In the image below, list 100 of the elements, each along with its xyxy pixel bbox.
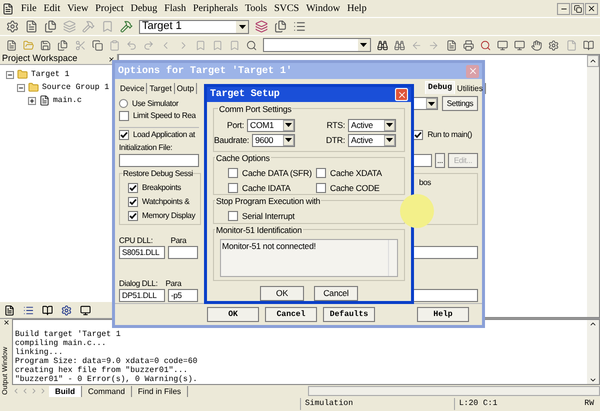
group-title: Comm Port Settings bbox=[218, 103, 292, 116]
checkbox-label: Cache IDATA bbox=[242, 182, 291, 194]
select-field[interactable]: COM1 bbox=[247, 118, 295, 132]
binoculars-icon[interactable] bbox=[376, 38, 388, 52]
output-line: linking... bbox=[15, 348, 64, 357]
menu-item[interactable]: Edit bbox=[44, 1, 60, 16]
dialog-dll-field[interactable]: DP51.DLL bbox=[119, 289, 165, 302]
find-field[interactable] bbox=[263, 38, 371, 52]
checkbox[interactable] bbox=[119, 130, 129, 140]
checkbox[interactable] bbox=[128, 183, 138, 193]
scroll-up-icon[interactable] bbox=[589, 320, 597, 328]
options-tab[interactable]: Outp bbox=[174, 83, 198, 94]
documents-icon[interactable] bbox=[44, 20, 57, 33]
save-icon[interactable] bbox=[40, 38, 52, 52]
scroll-down-icon[interactable] bbox=[589, 376, 597, 384]
checkbox[interactable] bbox=[128, 197, 138, 207]
menu-item[interactable]: Window bbox=[306, 1, 340, 16]
tree-item[interactable]: main.c bbox=[53, 94, 82, 106]
file-icon bbox=[39, 95, 50, 106]
options-tab[interactable]: Target bbox=[147, 83, 175, 94]
restore-button[interactable] bbox=[571, 2, 584, 14]
collapse-toggle[interactable] bbox=[6, 70, 14, 78]
close-icon[interactable] bbox=[2, 319, 10, 326]
menu-item[interactable]: Tools bbox=[244, 1, 268, 16]
menu-item[interactable]: Help bbox=[347, 1, 367, 16]
options-tab[interactable]: Utilities bbox=[455, 83, 486, 94]
group-label: bos bbox=[419, 178, 431, 187]
menu-item[interactable]: Project bbox=[95, 1, 124, 16]
documents-icon[interactable] bbox=[274, 20, 287, 33]
output-line: "buzzer01" - 0 Error(s), 0 Warning(s). bbox=[15, 375, 198, 384]
checkbox[interactable] bbox=[413, 130, 424, 140]
expand-toggle[interactable] bbox=[28, 96, 36, 104]
dialog-button[interactable]: Cancel bbox=[265, 307, 317, 322]
checkbox[interactable] bbox=[316, 168, 326, 178]
document-icon[interactable] bbox=[446, 38, 457, 52]
dialog-button[interactable]: Cancel bbox=[314, 286, 358, 301]
checkbox-label: Load Application at bbox=[133, 129, 195, 141]
radio-button[interactable] bbox=[119, 99, 128, 108]
scrollbar[interactable] bbox=[587, 55, 599, 317]
parameter-field[interactable] bbox=[168, 246, 198, 259]
menu-item[interactable]: Debug bbox=[130, 1, 158, 16]
parameter-field[interactable]: -p5 bbox=[168, 289, 198, 302]
dialog-button[interactable]: OK bbox=[207, 307, 259, 322]
checkbox[interactable] bbox=[316, 182, 326, 193]
select-field[interactable]: Active bbox=[348, 134, 396, 147]
options-tab[interactable]: Debug bbox=[425, 81, 456, 94]
menu-item[interactable]: Flash bbox=[164, 1, 186, 16]
dialog-button[interactable]: OK bbox=[260, 286, 304, 301]
dialog-title: Target Setup bbox=[210, 88, 280, 102]
minus-icon bbox=[7, 72, 13, 78]
group-title: Restore Debug Sessi bbox=[123, 168, 193, 180]
plus-icon bbox=[29, 98, 35, 104]
tree-item[interactable]: Source Group 1 bbox=[42, 82, 110, 94]
search-icon[interactable] bbox=[246, 38, 258, 52]
menu-item[interactable]: File bbox=[21, 1, 37, 16]
init-file-field[interactable] bbox=[119, 154, 199, 167]
print-icon[interactable] bbox=[462, 38, 474, 52]
settings-button[interactable]: Settings bbox=[442, 96, 478, 111]
document-icon[interactable] bbox=[25, 20, 38, 33]
target-select[interactable]: Target 1 bbox=[139, 20, 249, 34]
field-label: Baudrate: bbox=[214, 134, 250, 147]
scroll-up-icon[interactable] bbox=[589, 57, 597, 65]
close-icon bbox=[396, 90, 406, 100]
gear-icon[interactable] bbox=[548, 38, 560, 52]
field-label: DTR: bbox=[326, 134, 345, 147]
browse-button[interactable]: ... bbox=[435, 153, 445, 168]
books-tab-icon[interactable] bbox=[42, 304, 53, 316]
menu-item[interactable]: View bbox=[67, 1, 88, 16]
gear-icon[interactable] bbox=[6, 20, 19, 33]
checkbox[interactable] bbox=[228, 182, 238, 193]
close-button[interactable] bbox=[585, 2, 598, 14]
options-tab[interactable]: Device bbox=[118, 83, 148, 94]
minimize-button[interactable] bbox=[557, 2, 570, 14]
dialog-button[interactable]: Help bbox=[417, 307, 469, 322]
dialog-button[interactable]: Defaults bbox=[323, 307, 375, 322]
status-field: RW bbox=[584, 398, 594, 410]
copy-icon[interactable] bbox=[92, 38, 103, 52]
menu-item[interactable]: SVCS bbox=[274, 1, 300, 16]
checkbox[interactable] bbox=[128, 211, 138, 221]
files-tab-icon[interactable] bbox=[4, 304, 15, 316]
checkbox[interactable] bbox=[119, 111, 129, 121]
scrollbar[interactable] bbox=[587, 320, 599, 384]
output-tab[interactable]: Build bbox=[49, 386, 82, 396]
stack-icon[interactable] bbox=[255, 20, 268, 33]
zoom-icon[interactable] bbox=[480, 38, 492, 52]
select-field[interactable]: Active bbox=[348, 118, 396, 132]
book-icon[interactable] bbox=[582, 38, 594, 52]
collapse-toggle[interactable] bbox=[17, 84, 25, 92]
horizontal-scrollbar[interactable] bbox=[308, 386, 600, 396]
checkbox[interactable] bbox=[228, 168, 238, 178]
tree-item[interactable]: Target 1 bbox=[31, 68, 70, 80]
hand-icon[interactable] bbox=[531, 38, 542, 52]
menu-item[interactable]: Peripherals bbox=[192, 1, 238, 16]
cpu-dll-field[interactable]: S8051.DLL bbox=[119, 246, 165, 259]
checkbox-label: Limit Speed to Rea bbox=[133, 110, 196, 122]
checkmark-icon bbox=[414, 131, 422, 139]
field-label: CPU DLL: bbox=[119, 235, 153, 246]
select-field[interactable]: 9600 bbox=[252, 134, 295, 147]
new-file-icon[interactable] bbox=[6, 38, 18, 52]
checkbox[interactable] bbox=[228, 211, 238, 222]
